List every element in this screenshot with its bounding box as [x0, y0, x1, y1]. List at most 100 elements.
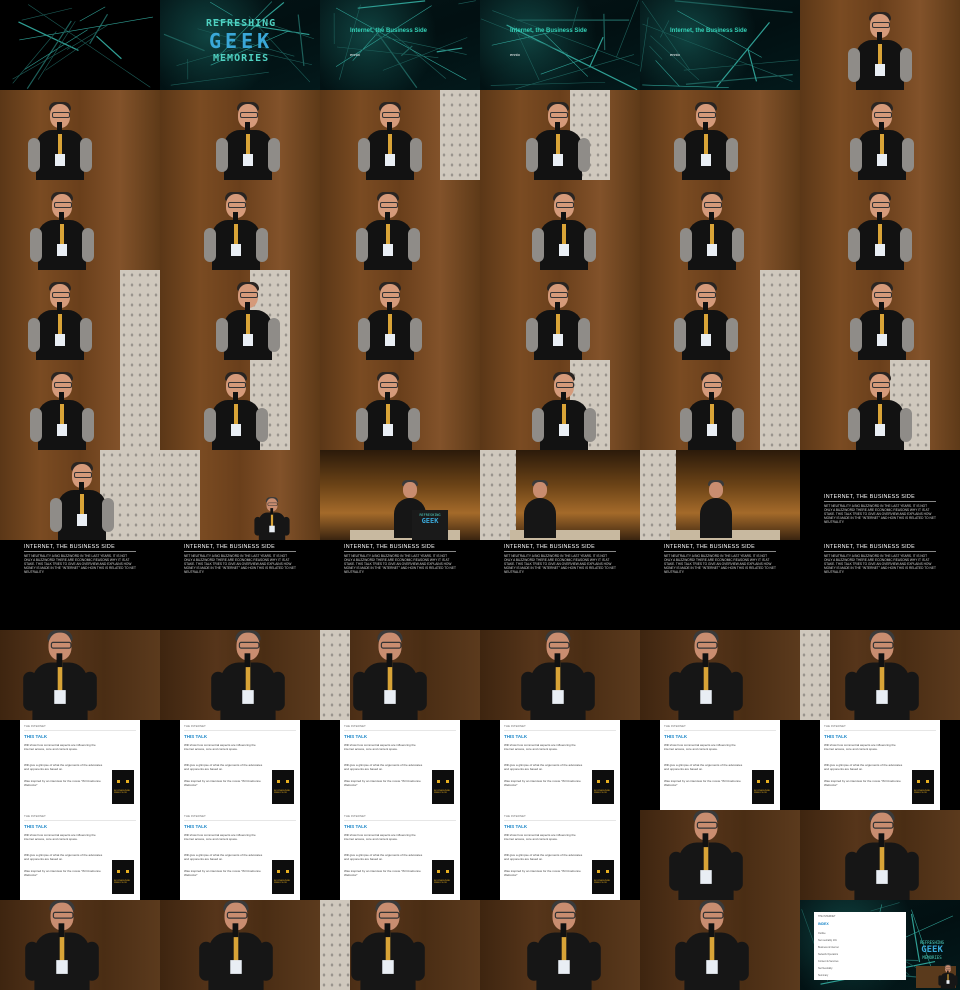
speaker-mic	[58, 923, 65, 938]
article-para-2: Will give a glimpse of what the argument…	[504, 763, 583, 771]
thumbnail-spk	[800, 0, 960, 90]
book-eyes-icon	[597, 870, 609, 873]
thumbnail-spkB	[160, 630, 320, 720]
speaker-arm-r	[954, 975, 958, 986]
speaker-mic	[233, 212, 238, 224]
network-line	[357, 0, 426, 9]
article-heading: THIS TALK	[344, 734, 368, 739]
book-cover: IM CINEBUNNE WEBCOLOR	[592, 860, 614, 894]
speaker-mic	[270, 508, 274, 515]
speaker-mic	[947, 970, 949, 975]
thumbnail-spkw	[800, 360, 960, 450]
book-cover: IM CINEBUNNE WEBCOLOR	[432, 770, 454, 804]
thumbnail-spkB	[320, 900, 480, 990]
thumbnail-article: THE INTERNET THIS TALK Will show how comme…	[640, 720, 800, 810]
thumbnail-spkB	[640, 810, 800, 900]
thumbnail-spk	[160, 180, 320, 270]
logo-line-1: REFRESHING	[206, 18, 277, 29]
speaker-arm-l	[254, 516, 261, 536]
speaker-arm-r	[578, 138, 590, 172]
book-title: IM CINEBUNNE WEBCOLOR	[274, 790, 290, 794]
network-line	[96, 35, 122, 60]
book-eyes-icon	[437, 780, 449, 783]
network-line	[685, 74, 793, 85]
speaker-badge	[701, 154, 711, 166]
wall-panel	[320, 900, 350, 990]
thumbnail-article: THE INTERNET THIS TALK Will show how comme…	[320, 810, 480, 900]
speaker-glasses	[74, 472, 92, 478]
speaker-badge	[55, 154, 65, 166]
speaker-figure	[526, 100, 590, 180]
speaker-figure	[848, 10, 912, 90]
speaker-figure	[358, 100, 422, 180]
thumbnail-article: THE INTERNET THIS TALK Will show how comme…	[0, 810, 160, 900]
book-eyes-icon	[437, 870, 449, 873]
article-para-1: Will show how commercial aspects are inf…	[504, 833, 576, 841]
network-line	[79, 6, 106, 22]
thumbnail-card: Internet, the Business Side ennio	[480, 0, 640, 90]
speaker-glasses	[54, 202, 72, 208]
book-title: IM CINEBUNNE WEBCOLOR	[114, 790, 130, 794]
speaker-arm-r	[726, 138, 738, 172]
thumbnail-spkw	[160, 270, 320, 360]
speaker-arm-r	[411, 941, 425, 981]
speaker-arm-r	[283, 516, 290, 536]
speaker-figure	[669, 810, 743, 900]
speaker-arm-l	[669, 851, 683, 891]
speaker-arm-r	[584, 228, 596, 262]
outline-item: Net neutrality 101	[818, 939, 837, 942]
side-logo-line-2: GEEK	[921, 945, 943, 955]
abstract-body: NET NEUTRALITY A BIG BUZZWORD IN THE LAS…	[824, 504, 936, 524]
article-slide: THE INTERNET THIS TALK Will show how comme…	[820, 720, 940, 810]
network-line	[335, 7, 467, 81]
speaker-figure	[199, 900, 273, 990]
speaker-figure	[216, 100, 280, 180]
speaker-arm-r	[732, 408, 744, 442]
thumbnail-spkw	[640, 360, 800, 450]
speaker-arm-l	[358, 138, 370, 172]
thumbnail-spkw	[0, 360, 160, 450]
network-line	[382, 37, 468, 71]
speaker-glasses	[240, 112, 258, 118]
article-para-3: Was inspired by an interview for the mov…	[344, 779, 421, 787]
speaker-badge	[383, 424, 393, 436]
abstract-title: INTERNET, THE BUSINESS SIDE	[184, 544, 296, 552]
speaker-badge	[382, 960, 394, 974]
abstract-body: NET NEUTRALITY A BIG BUZZWORD IN THE LAS…	[824, 554, 936, 574]
speaker-glasses	[874, 292, 892, 298]
thumbnail-article: THE INTERNET THIS TALK Will show how comme…	[160, 810, 320, 900]
thumbnail-article: THE INTERNET THIS TALK Will show how comme…	[0, 720, 160, 810]
abstract-title: INTERNET, THE BUSINESS SIDE	[824, 494, 936, 502]
speaker-glasses	[556, 382, 574, 388]
speaker-arm-r	[581, 671, 595, 711]
speaker-figure	[204, 190, 268, 270]
thumbnail-abstract: INTERNET, THE BUSINESS SIDE NET NEUTRALIT…	[320, 540, 480, 630]
speaker-mic	[232, 923, 239, 938]
speaker-badge	[56, 960, 68, 974]
speaker-glasses	[52, 911, 74, 919]
thumbnail-spkw	[160, 360, 320, 450]
speaker-mic	[59, 392, 64, 404]
article-breadcrumb: THE INTERNET	[504, 724, 526, 728]
speaker-figure	[30, 190, 94, 270]
speaker-glasses	[54, 382, 72, 388]
thumbnail-spkB	[640, 900, 800, 990]
article-slide: THE INTERNET THIS TALK Will show how comme…	[340, 720, 460, 810]
speaker-figure	[848, 190, 912, 270]
speaker-badge	[877, 334, 887, 346]
speaker-badge	[707, 244, 717, 256]
speaker-arm-l	[25, 941, 39, 981]
speaker-badge	[558, 960, 570, 974]
speaker-arm-l	[28, 318, 40, 352]
network-line	[297, 14, 305, 66]
speaker-mic	[387, 122, 392, 134]
article-para-2: Will give a glimpse of what the argument…	[824, 763, 903, 771]
network-line	[45, 36, 95, 71]
book-title: IM CINEBUNNE WEBCOLOR	[434, 880, 450, 884]
book-cover: IM CINEBUNNE WEBCOLOR	[752, 770, 774, 804]
speaker-glasses	[238, 641, 260, 649]
network-line	[540, 55, 594, 75]
talk-title: Internet, the Business Side	[510, 28, 588, 34]
speaker-glasses	[52, 112, 70, 118]
wall-panel	[800, 630, 830, 720]
